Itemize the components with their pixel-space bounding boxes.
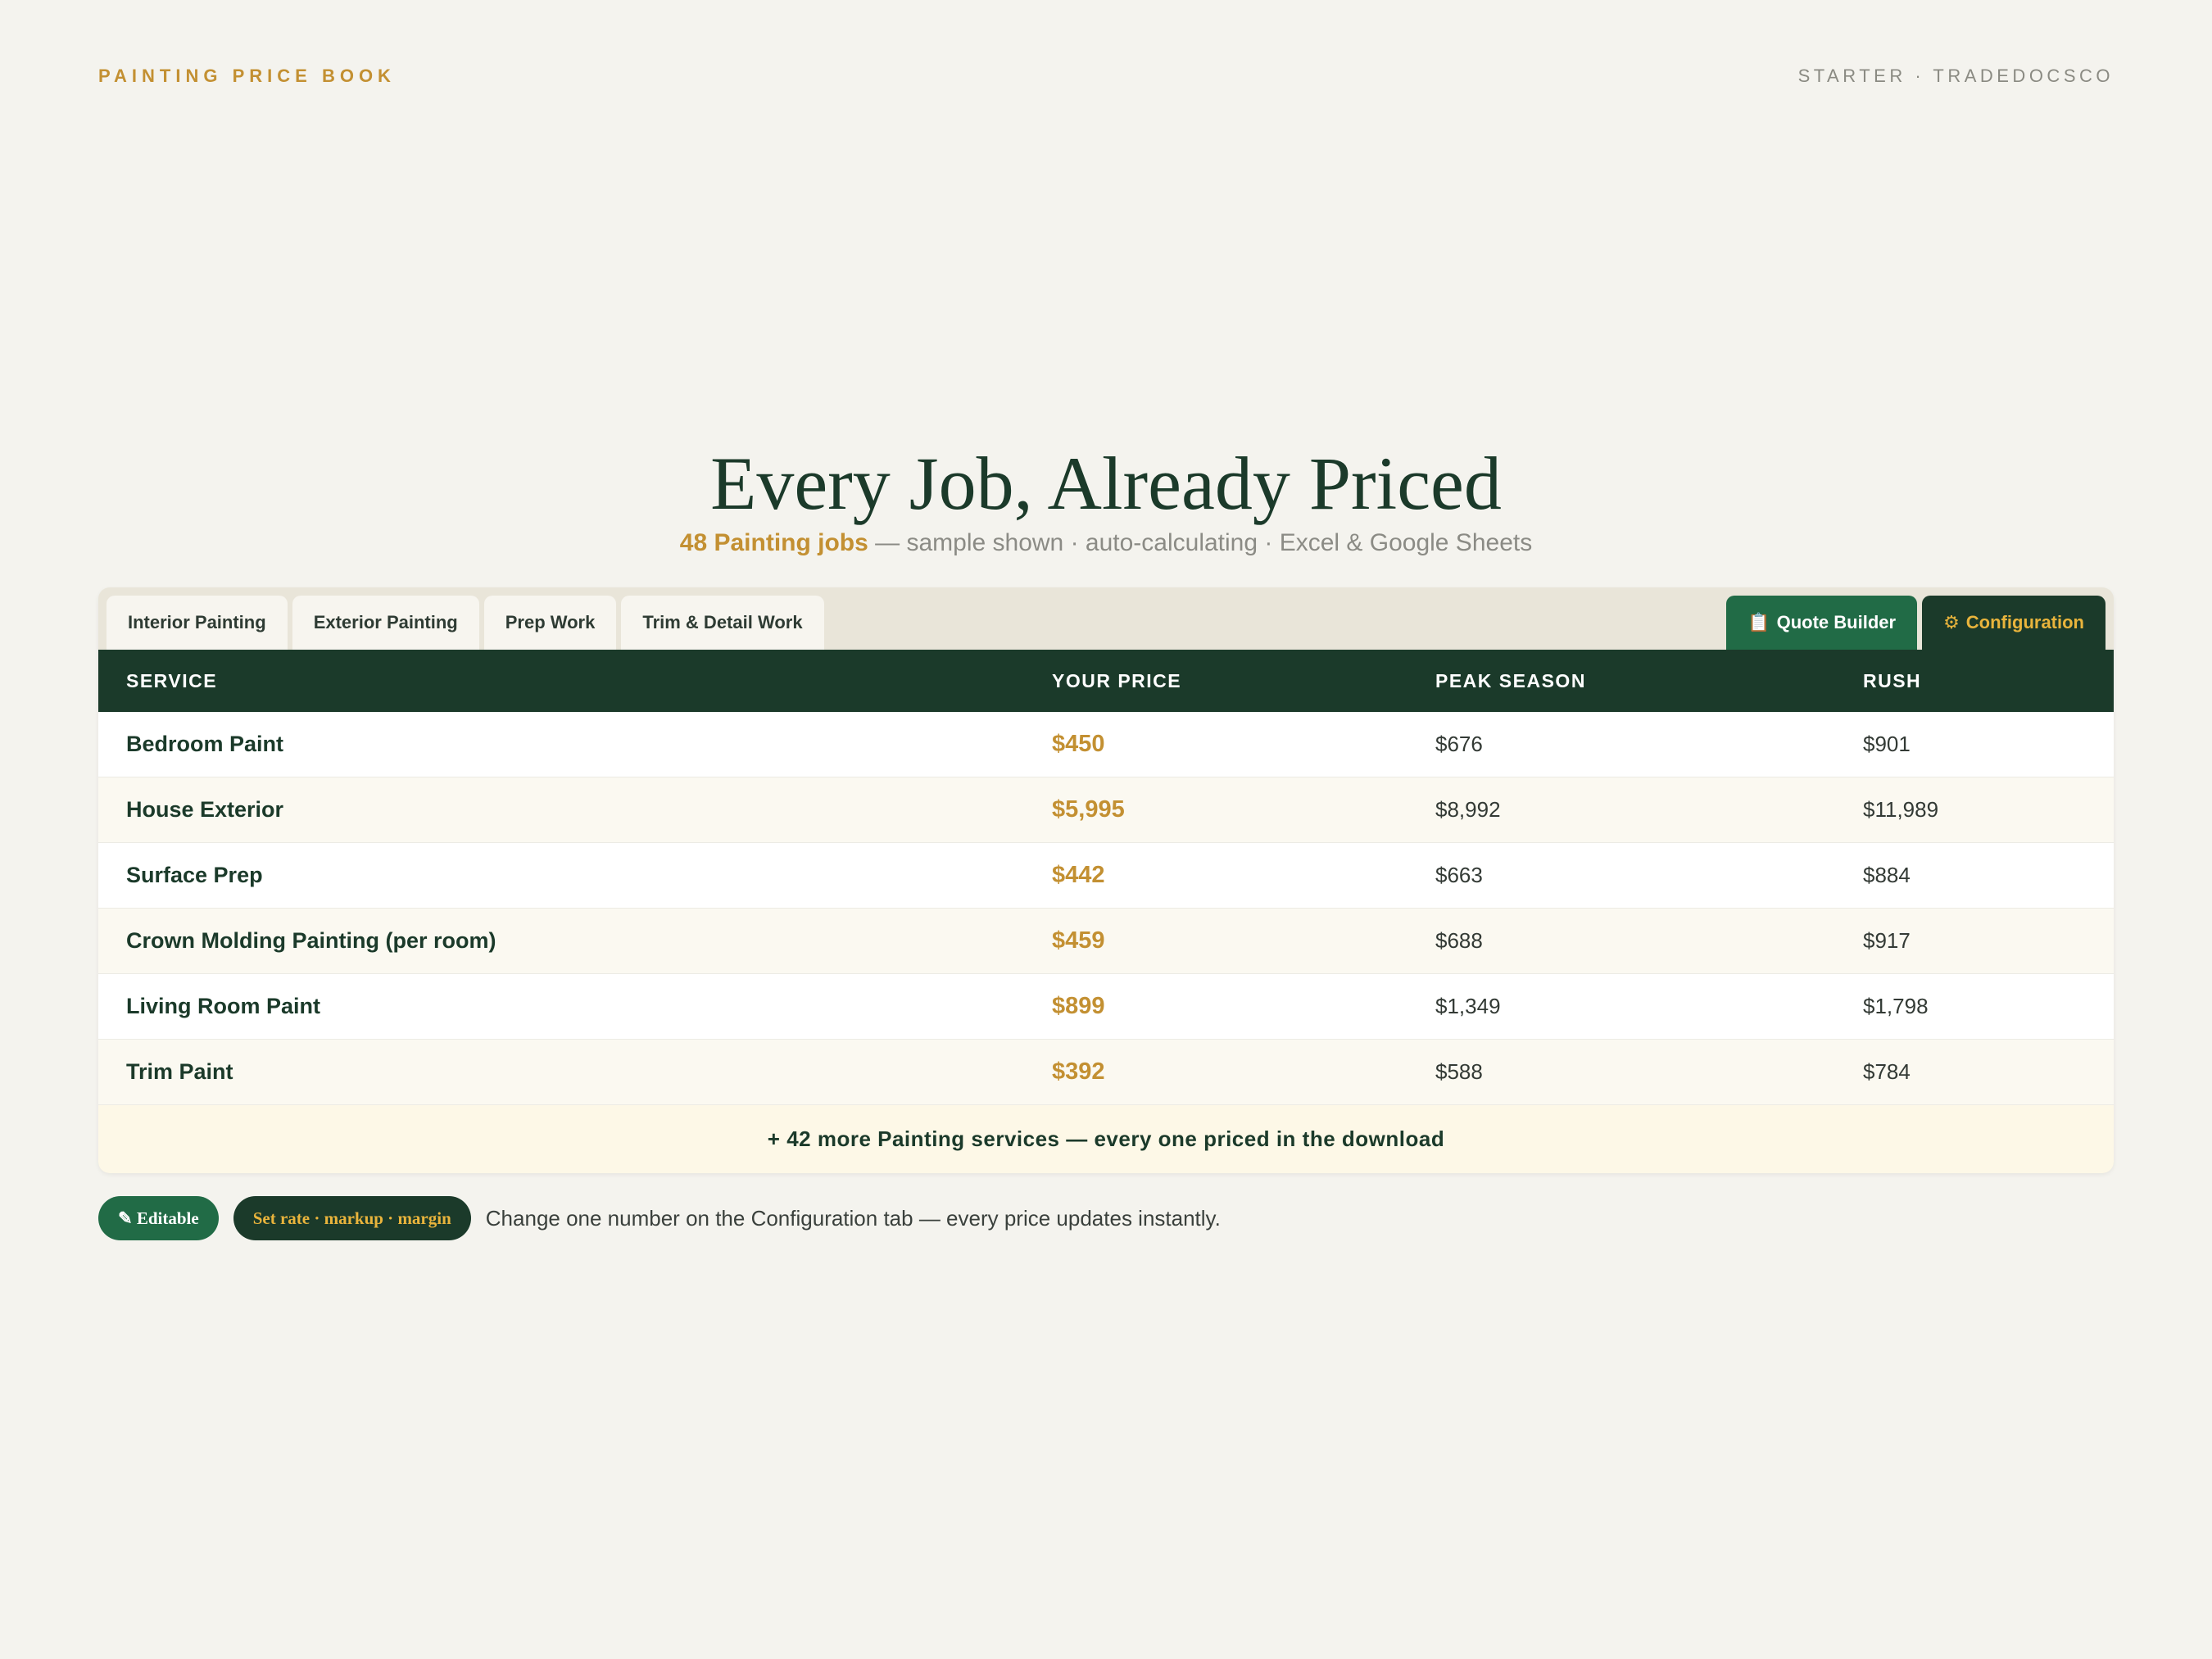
service-name: Trim Paint xyxy=(98,1039,1024,1105)
rush-price: $784 xyxy=(1835,1039,2114,1105)
rush-price: $901 xyxy=(1835,712,2114,777)
table-row: Crown Molding Painting (per room) $459 $… xyxy=(98,908,2114,974)
tab-quote-builder-label: Quote Builder xyxy=(1776,612,1897,632)
service-name: Living Room Paint xyxy=(98,973,1024,1040)
tab-interior-painting[interactable]: Interior Painting xyxy=(107,596,288,650)
peak-price: $676 xyxy=(1407,712,1835,777)
table-row: Surface Prep $442 $663 $884 xyxy=(98,842,2114,909)
gear-icon: ⚙ xyxy=(1943,612,1960,632)
price-table: SERVICE YOUR PRICE PEAK SEASON RUSH Bedr… xyxy=(98,650,2114,1105)
table-header-row: SERVICE YOUR PRICE PEAK SEASON RUSH xyxy=(98,650,2114,712)
page-title: Every Job, Already Priced xyxy=(710,442,1502,525)
editable-badge: ✎ Editable xyxy=(98,1196,219,1240)
rush-price: $1,798 xyxy=(1835,973,2114,1040)
configuration-hint: Change one number on the Configuration t… xyxy=(485,1205,1221,1231)
price-book-panel: Interior Painting Exterior Painting Prep… xyxy=(98,587,2114,1173)
table-row: Trim Paint $392 $588 $784 xyxy=(98,1039,2114,1105)
peak-price: $588 xyxy=(1407,1039,1835,1105)
peak-price: $688 xyxy=(1407,908,1835,974)
column-header-peak-season: PEAK SEASON xyxy=(1407,650,1835,712)
edition-label: STARTER · TRADEDOCSCO xyxy=(1797,66,2114,86)
page-subtitle: 48 Painting jobs — sample shown · auto-c… xyxy=(0,529,2212,557)
service-name: Bedroom Paint xyxy=(98,712,1024,777)
tab-prep-work[interactable]: Prep Work xyxy=(483,596,617,650)
clipboard-icon: 📋 xyxy=(1747,612,1770,632)
tab-configuration-label: Configuration xyxy=(1965,612,2084,632)
category-tabs: Interior Painting Exterior Painting Prep… xyxy=(107,596,824,650)
table-row: Bedroom Paint $450 $676 $901 xyxy=(98,712,2114,777)
tool-tabs: 📋 Quote Builder ⚙ Configuration xyxy=(1726,596,2105,650)
peak-price: $663 xyxy=(1407,842,1835,909)
tab-configuration[interactable]: ⚙ Configuration xyxy=(1922,596,2105,650)
footer-notes: ✎ Editable Set rate · markup · margin Ch… xyxy=(98,1196,1221,1240)
tab-quote-builder[interactable]: 📋 Quote Builder xyxy=(1726,596,1918,650)
rate-markup-margin-badge: Set rate · markup · margin xyxy=(233,1196,471,1240)
your-price: $899 xyxy=(1024,973,1407,1040)
rush-price: $11,989 xyxy=(1835,777,2114,843)
more-services-banner: + 42 more Painting services — every one … xyxy=(98,1105,2114,1173)
column-header-service: SERVICE xyxy=(98,650,1024,712)
service-name: Crown Molding Painting (per room) xyxy=(98,908,1024,974)
column-header-your-price: YOUR PRICE xyxy=(1024,650,1407,712)
service-name: House Exterior xyxy=(98,777,1024,843)
table-row: Living Room Paint $899 $1,349 $1,798 xyxy=(98,973,2114,1040)
tab-exterior-painting[interactable]: Exterior Painting xyxy=(292,596,479,650)
column-header-rush: RUSH xyxy=(1835,650,2114,712)
peak-price: $8,992 xyxy=(1407,777,1835,843)
your-price: $450 xyxy=(1024,712,1407,777)
your-price: $5,995 xyxy=(1024,777,1407,843)
service-name: Surface Prep xyxy=(98,842,1024,909)
subtitle-text: — sample shown · auto-calculating · Exce… xyxy=(868,529,1533,556)
tab-trim-detail-work[interactable]: Trim & Detail Work xyxy=(621,596,824,650)
your-price: $442 xyxy=(1024,842,1407,909)
your-price: $392 xyxy=(1024,1039,1407,1105)
job-count: 48 Painting jobs xyxy=(679,529,868,556)
rush-price: $917 xyxy=(1835,908,2114,974)
table-row: House Exterior $5,995 $8,992 $11,989 xyxy=(98,777,2114,843)
brand-label: PAINTING PRICE BOOK xyxy=(98,66,396,86)
peak-price: $1,349 xyxy=(1407,973,1835,1040)
your-price: $459 xyxy=(1024,908,1407,974)
rush-price: $884 xyxy=(1835,842,2114,909)
